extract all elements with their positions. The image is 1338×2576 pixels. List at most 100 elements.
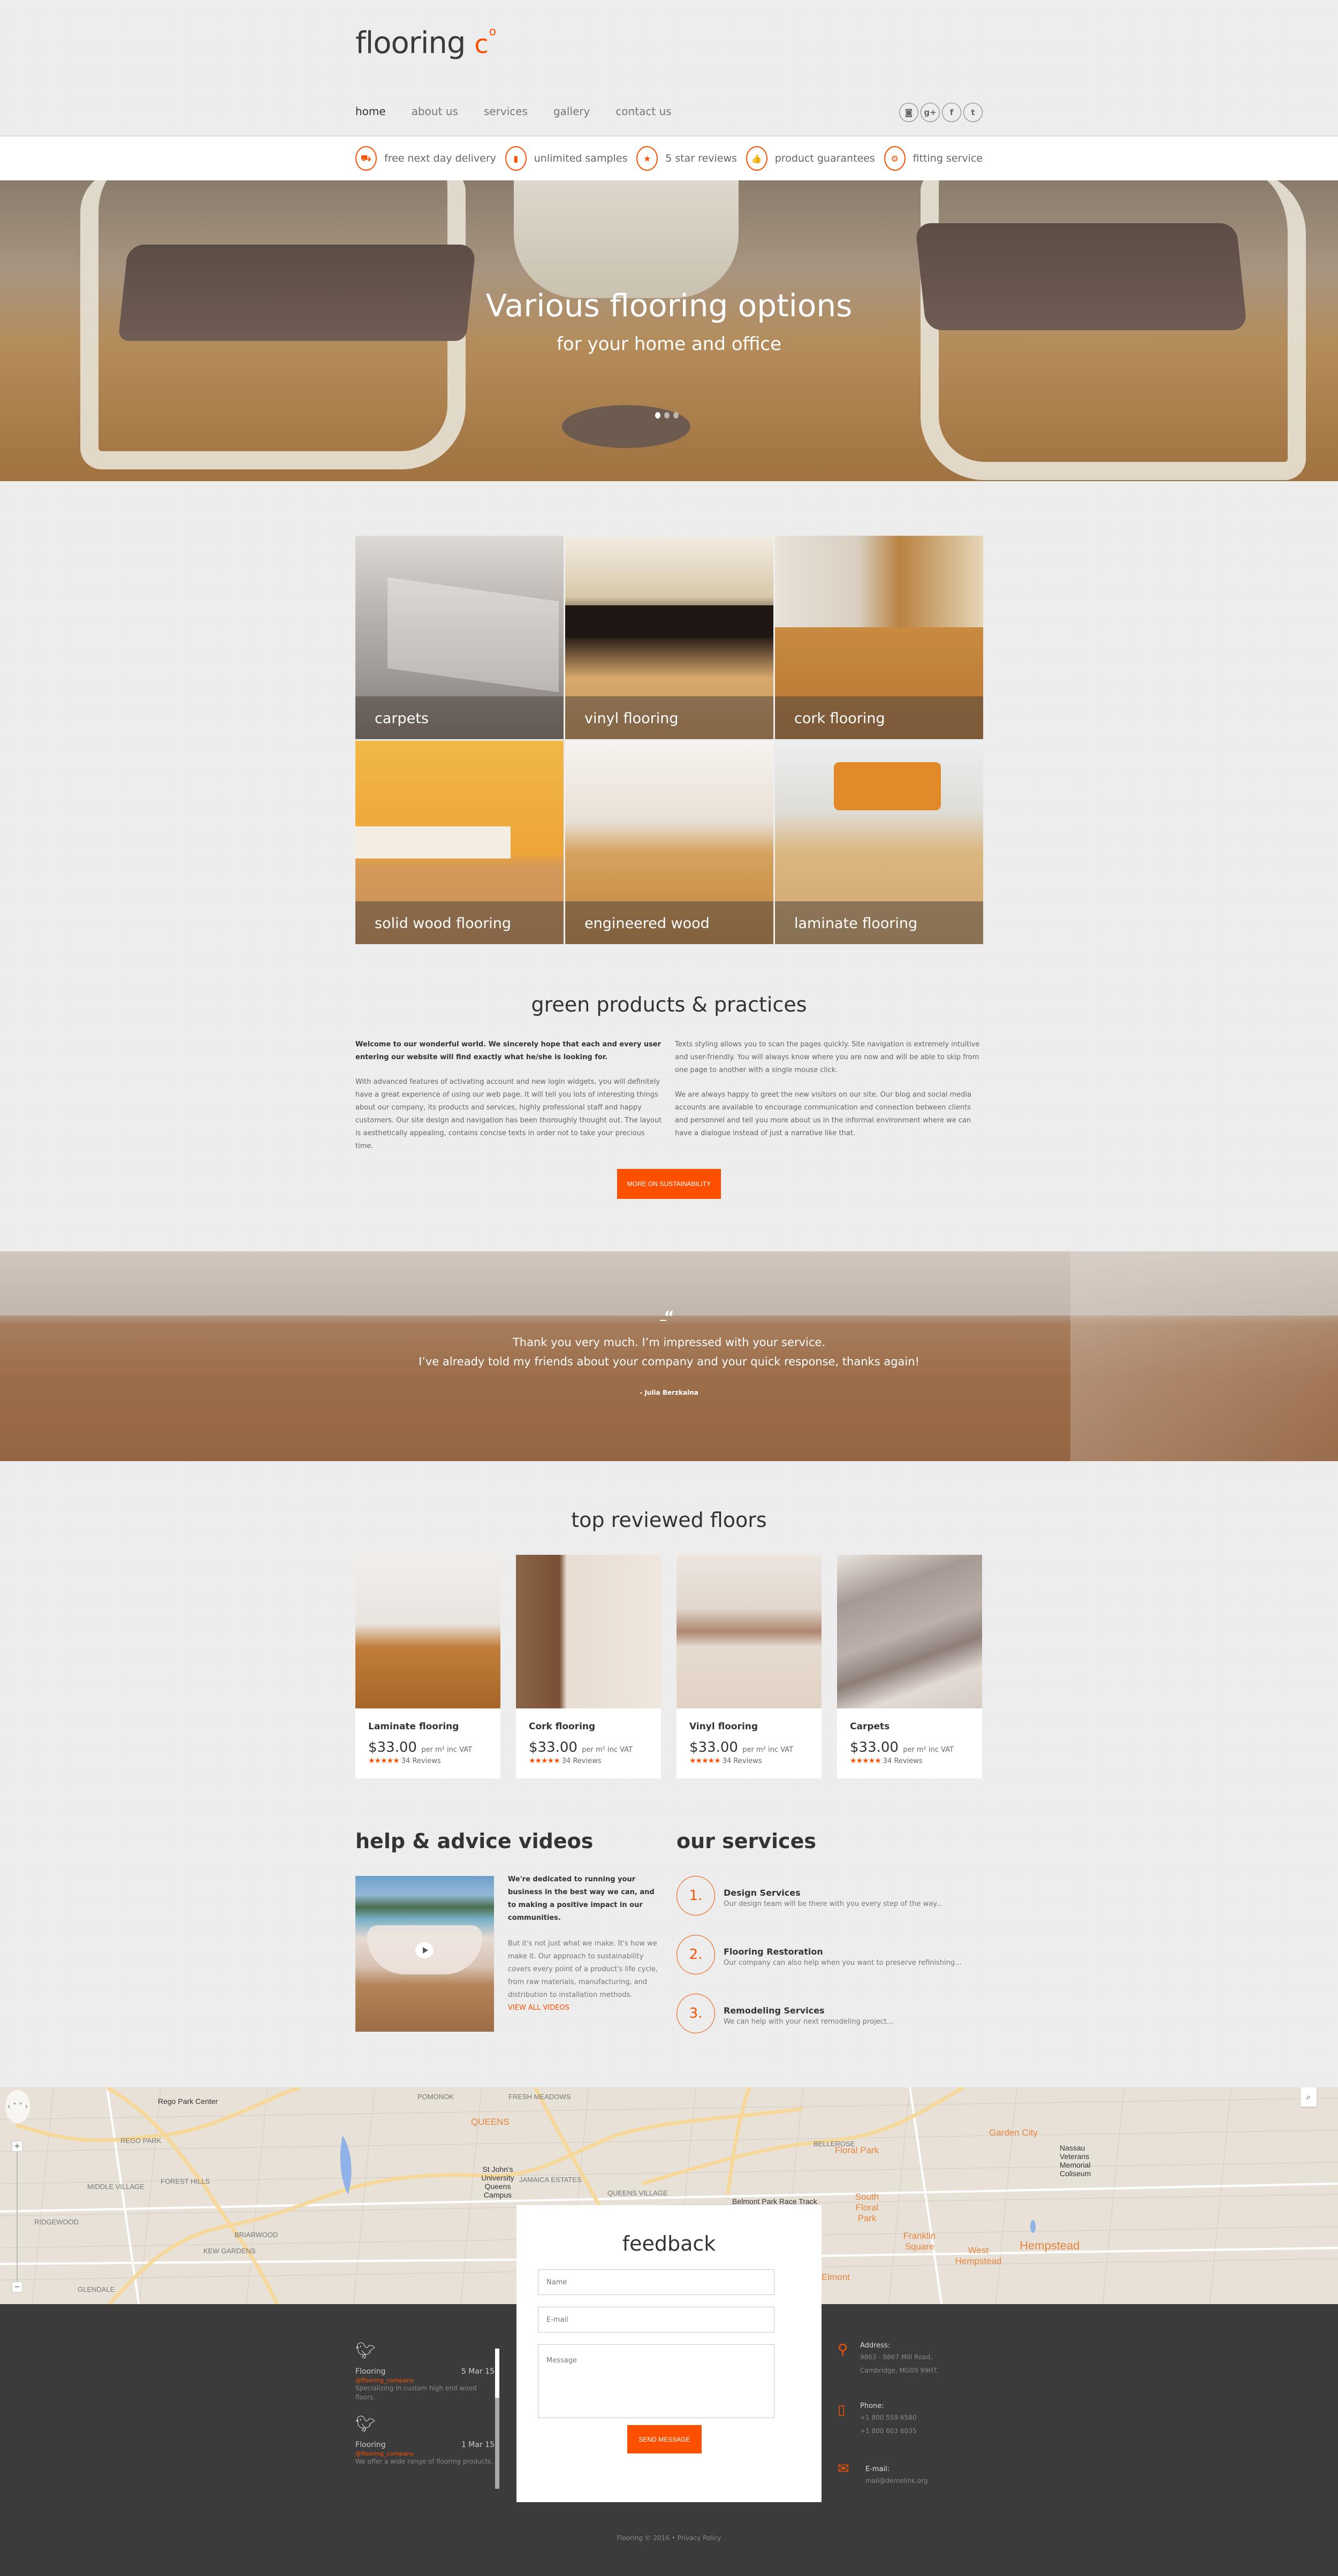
- contact-address: ⚲ Address: 9863 - 9867 Mill Road, Cambrid…: [838, 2342, 939, 2374]
- category-tile-vinyl[interactable]: vinyl flooring: [565, 536, 773, 739]
- map-zoom-in-button[interactable]: +: [12, 2141, 22, 2152]
- hero-slider: Various flooring options for your home a…: [0, 180, 1338, 481]
- feedback-form: feedback Send message: [516, 2205, 822, 2502]
- service-item[interactable]: 3. Remodeling Services We can help with y…: [676, 1994, 893, 2033]
- video-thumbnail[interactable]: [355, 1876, 494, 2032]
- quote-icon: “: [664, 1308, 674, 1327]
- product-price: $33.00 per m² inc VAT: [689, 1739, 794, 1756]
- nav-services[interactable]: services: [484, 105, 528, 118]
- service-item[interactable]: 1. Design Services Our design team will b…: [676, 1876, 942, 1916]
- feature-samples: ▮ unlimited samples: [505, 146, 627, 171]
- email-input[interactable]: [538, 2307, 774, 2332]
- message-textarea[interactable]: [538, 2344, 774, 2418]
- contact-phone: ▯ Phone: +1 800 559 6580 +1 800 603 6035: [838, 2402, 917, 2435]
- product-price: $33.00 per m² inc VAT: [368, 1739, 473, 1756]
- hero-title: Various flooring options: [485, 287, 853, 324]
- category-tile-carpets[interactable]: carpets: [355, 536, 564, 739]
- truck-icon: ⛟: [355, 146, 377, 171]
- review-count: 34 Reviews: [883, 1757, 923, 1765]
- hero-subtitle: for your home and office: [556, 333, 782, 355]
- star-rating-icon: ★★★★★: [850, 1757, 881, 1765]
- category-tile-engineered-wood[interactable]: engineered wood: [565, 741, 773, 944]
- slider-dot[interactable]: [655, 412, 660, 419]
- tweet: 🐦︎ Flooring 5 Mar 15 @flooring_company Sp…: [355, 2342, 495, 2401]
- site-header: flooring co home about us services galle…: [0, 0, 1338, 135]
- twitter-icon[interactable]: t: [963, 103, 983, 122]
- contact-email: ✉ E-mail: mail@demolink.org: [838, 2461, 928, 2488]
- product-name: Laminate flooring: [368, 1721, 459, 1732]
- map-pan-control[interactable]: ‹ ˄ ˅ ›: [5, 2090, 30, 2123]
- tweet: 🐦︎ Flooring 1 Mar 15 @flooring_company We…: [355, 2415, 495, 2465]
- product-card[interactable]: Cork flooring $33.00 per m² inc VAT ★★★★…: [516, 1555, 661, 1779]
- service-number: 3.: [676, 1994, 715, 2033]
- review-count: 34 Reviews: [722, 1757, 762, 1765]
- product-image: [516, 1555, 661, 1708]
- top-reviewed-title: top reviewed floors: [571, 1508, 767, 1532]
- our-services-title: our services: [676, 1829, 816, 1853]
- instagram-icon[interactable]: ◙: [899, 103, 918, 122]
- social-links: ◙ g+ f t: [899, 103, 983, 122]
- review-count: 34 Reviews: [561, 1757, 602, 1765]
- help-videos-title: help & advice videos: [355, 1829, 594, 1853]
- review-count: 34 Reviews: [401, 1757, 441, 1765]
- category-grid: carpets vinyl flooring cork flooring sol…: [355, 536, 983, 944]
- star-rating-icon: ★★★★★: [529, 1757, 560, 1765]
- feedback-title: feedback: [622, 2232, 716, 2255]
- google-plus-icon[interactable]: g+: [921, 103, 940, 122]
- green-section-title: green products & practices: [531, 993, 807, 1016]
- slider-dots: [655, 412, 679, 419]
- nav-contact-us[interactable]: contact us: [615, 105, 671, 118]
- green-text: Welcome to our wonderful world. We since…: [355, 1040, 980, 1150]
- view-all-videos-link[interactable]: View all videos: [508, 2004, 569, 2012]
- tweet-handle-link[interactable]: @flooring_company: [355, 2450, 495, 2457]
- help-text: We're dedicated to running your business…: [508, 1875, 658, 1999]
- map-zoom-slider[interactable]: [17, 2152, 18, 2285]
- star-icon: ★: [636, 146, 658, 171]
- twitter-feed: 🐦︎ Flooring 5 Mar 15 @flooring_company Sp…: [355, 2342, 495, 2479]
- product-card[interactable]: Laminate flooring $33.00 per m² inc VAT …: [355, 1555, 500, 1779]
- copyright: Flooring © 2016 • Privacy Policy: [617, 2534, 721, 2542]
- main-nav: home about us services gallery contact u…: [355, 105, 672, 118]
- product-price: $33.00 per m² inc VAT: [529, 1739, 633, 1756]
- nav-gallery[interactable]: gallery: [553, 105, 590, 118]
- nav-about-us[interactable]: about us: [412, 105, 458, 118]
- testimonial-author: - Julia Berzkalna: [640, 1389, 698, 1396]
- map-pin-icon: ⚲: [838, 2342, 848, 2358]
- star-rating-icon: ★★★★★: [368, 1757, 400, 1765]
- feature-reviews: ★ 5 star reviews: [636, 146, 737, 171]
- category-tile-cork[interactable]: cork flooring: [775, 536, 983, 739]
- product-image: [676, 1555, 822, 1708]
- product-image: [355, 1555, 500, 1708]
- twitter-bird-icon: 🐦︎: [355, 2415, 376, 2434]
- email-link[interactable]: mail@demolink.org: [865, 2474, 928, 2488]
- tweets-scrollbar-thumb[interactable]: [495, 2349, 499, 2398]
- service-number: 2.: [676, 1935, 715, 1974]
- envelope-icon: ✉: [838, 2461, 849, 2477]
- map-search-button[interactable]: ⌕: [1301, 2087, 1317, 2107]
- slider-dot[interactable]: [673, 412, 679, 419]
- name-input[interactable]: [538, 2269, 774, 2295]
- map-zoom-out-button[interactable]: −: [12, 2282, 22, 2292]
- category-tile-laminate[interactable]: laminate flooring: [775, 741, 983, 944]
- feature-fitting: ⚙ fitting service: [884, 146, 983, 171]
- testimonial-text: Thank you very much. I’m impressed with …: [419, 1336, 919, 1368]
- product-image: [837, 1555, 982, 1708]
- feature-guarantees: 👍 product guarantees: [746, 146, 875, 171]
- gear-icon: ⚙: [884, 146, 906, 171]
- service-item[interactable]: 2. Flooring Restoration Our company can a…: [676, 1935, 962, 1974]
- features-bar: ⛟ free next day delivery ▮ unlimited sampl…: [0, 135, 1338, 180]
- star-rating-icon: ★★★★★: [689, 1757, 721, 1765]
- more-on-sustainability-button[interactable]: More on sustainability: [617, 1169, 721, 1199]
- tweet-handle-link[interactable]: @flooring_company: [355, 2377, 495, 2384]
- product-card[interactable]: Carpets $33.00 per m² inc VAT ★★★★★ 34 Re…: [837, 1555, 982, 1779]
- send-message-button[interactable]: Send message: [627, 2425, 702, 2453]
- category-tile-solid-wood[interactable]: solid wood flooring: [355, 741, 564, 944]
- play-icon[interactable]: [415, 1942, 434, 1958]
- product-card[interactable]: Vinyl flooring $33.00 per m² inc VAT ★★★…: [676, 1555, 822, 1779]
- feature-delivery: ⛟ free next day delivery: [355, 146, 496, 171]
- slider-dot[interactable]: [664, 412, 670, 419]
- facebook-icon[interactable]: f: [942, 103, 961, 122]
- product-price: $33.00 per m² inc VAT: [850, 1739, 954, 1756]
- nav-home[interactable]: home: [355, 105, 386, 118]
- logo[interactable]: flooring co: [355, 25, 496, 60]
